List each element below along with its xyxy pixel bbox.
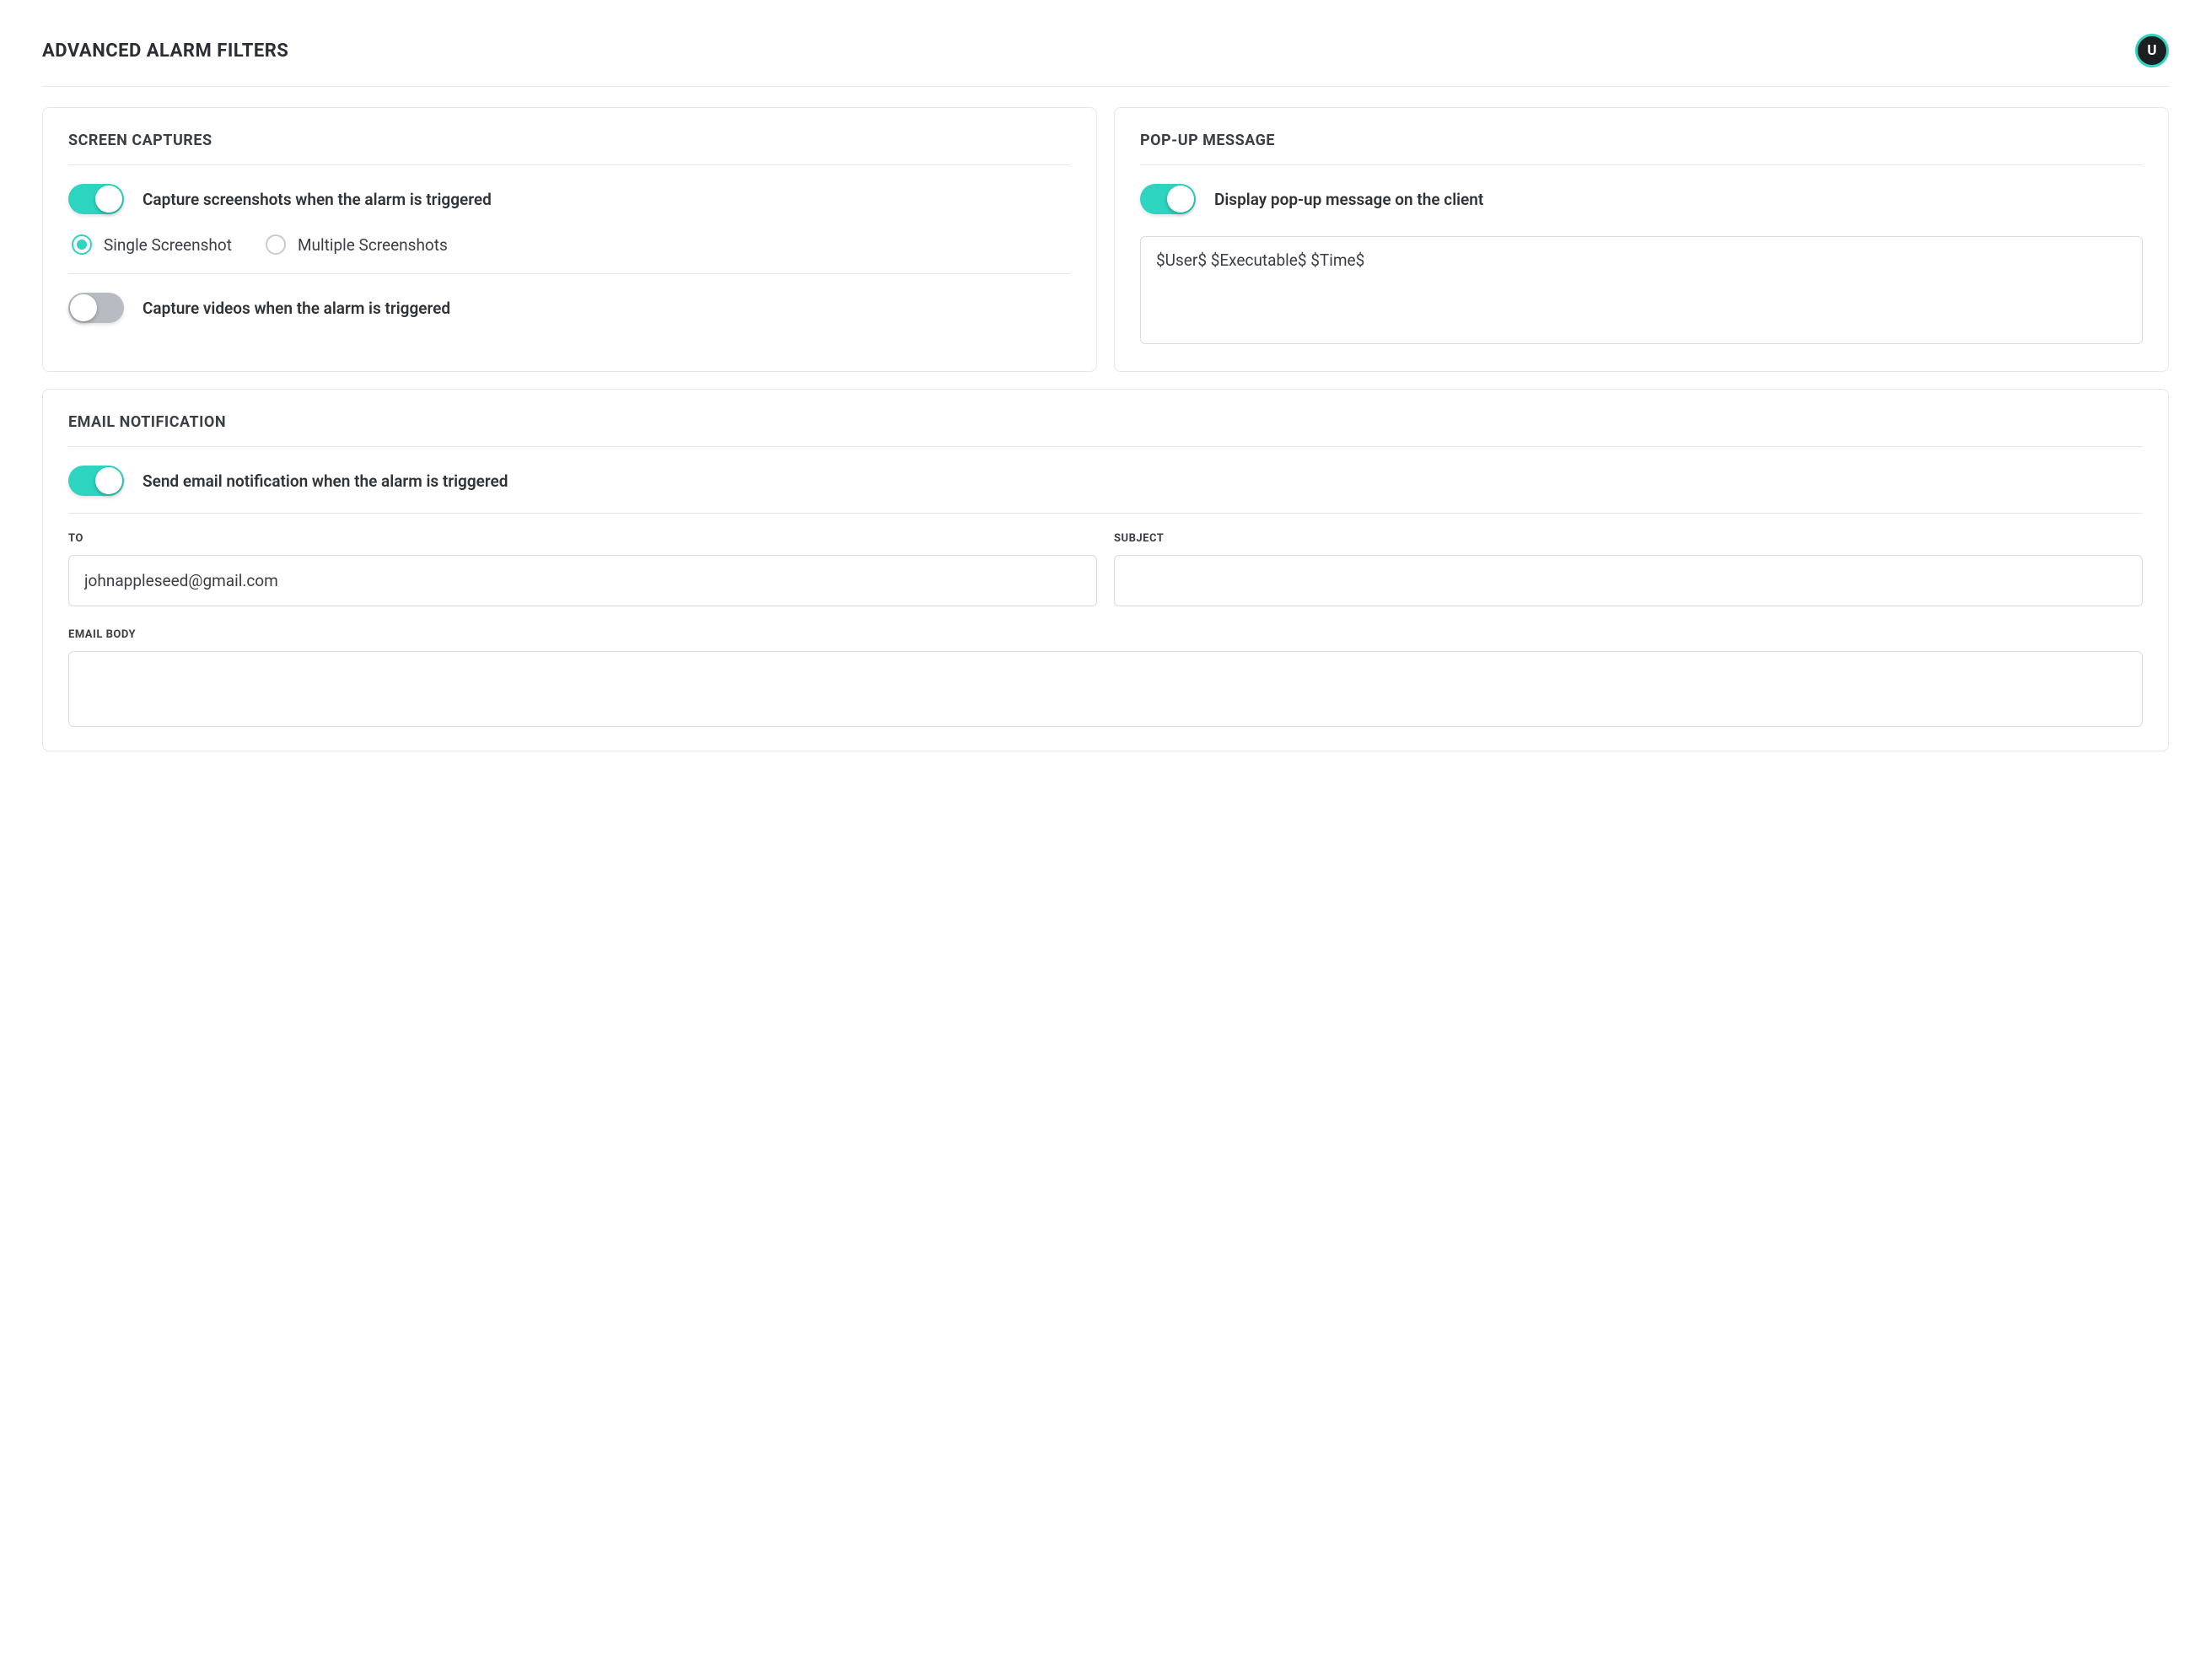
toggle-knob — [95, 186, 122, 213]
page-title: ADVANCED ALARM FILTERS — [42, 40, 288, 62]
radio-single-screenshot[interactable]: Single Screenshot — [72, 234, 232, 255]
radio-multiple-screenshots[interactable]: Multiple Screenshots — [266, 234, 448, 255]
email-notification-title: EMAIL NOTIFICATION — [68, 413, 2143, 431]
email-body-textarea[interactable] — [68, 651, 2143, 727]
radio-multiple-label: Multiple Screenshots — [298, 235, 448, 255]
email-subject-label: SUBJECT — [1114, 532, 2143, 545]
screen-captures-title: SCREEN CAPTURES — [68, 132, 1071, 149]
divider — [68, 513, 2143, 514]
screen-captures-panel: SCREEN CAPTURES Capture screenshots when… — [42, 107, 1097, 372]
email-fields-row: TO SUBJECT — [68, 532, 2143, 606]
send-email-label: Send email notification when the alarm i… — [143, 471, 508, 491]
page-header: ADVANCED ALARM FILTERS U — [42, 34, 2169, 87]
email-to-label: TO — [68, 532, 1097, 545]
toggle-knob — [70, 294, 97, 321]
screenshot-mode-radios: Single Screenshot Multiple Screenshots — [68, 231, 1071, 273]
email-to-field: TO — [68, 532, 1097, 606]
radio-single-label: Single Screenshot — [104, 235, 232, 255]
toggle-knob — [95, 467, 122, 494]
send-email-toggle[interactable] — [68, 466, 124, 496]
toggle-knob — [1167, 186, 1194, 213]
send-email-row: Send email notification when the alarm i… — [68, 447, 2143, 513]
avatar[interactable]: U — [2135, 34, 2169, 67]
email-to-input[interactable] — [68, 555, 1097, 606]
capture-screenshots-toggle[interactable] — [68, 184, 124, 214]
top-panels: SCREEN CAPTURES Capture screenshots when… — [42, 107, 2169, 372]
display-popup-row: Display pop-up message on the client — [1140, 165, 2143, 231]
email-body-field: EMAIL BODY — [68, 628, 2143, 727]
email-subject-field: SUBJECT — [1114, 532, 2143, 606]
capture-videos-label: Capture videos when the alarm is trigger… — [143, 299, 450, 318]
email-body-label: EMAIL BODY — [68, 628, 2143, 641]
capture-videos-row: Capture videos when the alarm is trigger… — [68, 274, 1071, 323]
popup-message-title: POP-UP MESSAGE — [1140, 132, 2143, 149]
popup-message-panel: POP-UP MESSAGE Display pop-up message on… — [1114, 107, 2169, 372]
popup-message-textarea[interactable] — [1140, 236, 2143, 344]
email-subject-input[interactable] — [1114, 555, 2143, 606]
capture-screenshots-row: Capture screenshots when the alarm is tr… — [68, 165, 1071, 231]
capture-screenshots-label: Capture screenshots when the alarm is tr… — [143, 190, 492, 209]
capture-videos-toggle[interactable] — [68, 293, 124, 323]
display-popup-toggle[interactable] — [1140, 184, 1196, 214]
radio-icon — [266, 234, 286, 255]
display-popup-label: Display pop-up message on the client — [1214, 190, 1483, 209]
radio-icon — [72, 234, 92, 255]
email-notification-panel: EMAIL NOTIFICATION Send email notificati… — [42, 389, 2169, 751]
